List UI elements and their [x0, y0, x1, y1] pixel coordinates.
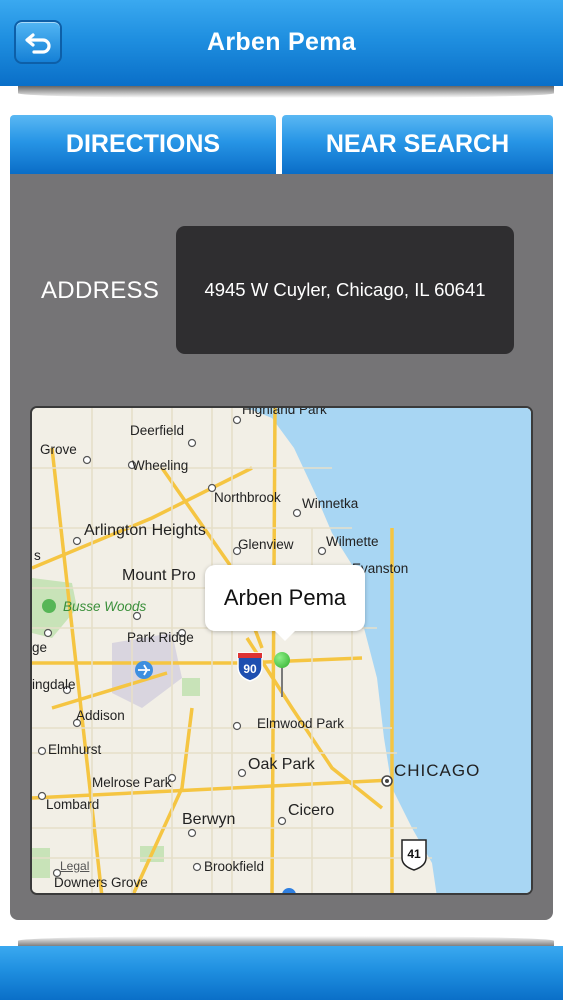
map-label-winnetka: Winnetka	[302, 496, 359, 511]
map-label-downers-grove: Downers Grove	[54, 875, 148, 890]
map-label-berwyn: Berwyn	[182, 811, 236, 828]
map-label-elmwood-park: Elmwood Park	[257, 716, 345, 731]
map-label-addison: Addison	[76, 708, 125, 723]
near-search-tab[interactable]: NEAR SEARCH	[282, 115, 553, 174]
svg-text:90: 90	[243, 662, 257, 676]
map-label-lombard: Lombard	[46, 797, 100, 812]
map-label-ge: ge	[32, 640, 48, 655]
map-label-oak-park: Oak Park	[248, 756, 315, 773]
map-label-wheeling: Wheeling	[132, 458, 189, 473]
map-label-brookfield: Brookfield	[204, 859, 265, 874]
address-value: 4945 W Cuyler, Chicago, IL 60641	[176, 226, 514, 354]
header-shadow	[18, 86, 554, 98]
park-icon	[42, 599, 56, 613]
map-label-grove: Grove	[40, 442, 77, 457]
map-label-park-ridge: Park Ridge	[127, 630, 194, 645]
map-callout[interactable]: Arben Pema	[205, 565, 365, 641]
map-label-northbrook: Northbrook	[214, 490, 281, 505]
map-label-s: s	[34, 548, 41, 563]
footer-bar	[0, 946, 563, 1000]
map-label-mount-prospect: Mount Pro	[122, 567, 196, 584]
map-label-busse-woods: Busse Woods	[63, 599, 147, 614]
map-label-deerfield: Deerfield	[130, 423, 185, 438]
directions-tab[interactable]: DIRECTIONS	[10, 115, 276, 174]
header-bar: Arben Pema	[0, 0, 563, 86]
map-label-arlington-heights: Arlington Heights	[84, 522, 206, 539]
map-label-melrose-park: Melrose Park	[92, 775, 172, 790]
map-label-elmhurst: Elmhurst	[48, 742, 102, 757]
address-label: ADDRESS	[41, 277, 160, 304]
map-label-ingdale: ingdale	[32, 677, 76, 692]
map-label-chicago: CHICAGO	[394, 761, 481, 780]
svg-text:41: 41	[407, 847, 421, 861]
map-label-glenview: Glenview	[238, 537, 294, 552]
map-pin-stick	[281, 667, 283, 697]
map-label-cicero: Cicero	[288, 802, 335, 819]
map-label-wilmette: Wilmette	[326, 534, 379, 549]
map-view[interactable]: 90 41 Highland Park Grove Deerfield Whee…	[30, 406, 533, 895]
map-legal-link[interactable]: Legal	[60, 859, 89, 873]
map-label-highland-park: Highland Park	[242, 406, 327, 417]
page-title: Arben Pema	[207, 28, 356, 56]
map-pin-icon[interactable]	[274, 652, 290, 668]
